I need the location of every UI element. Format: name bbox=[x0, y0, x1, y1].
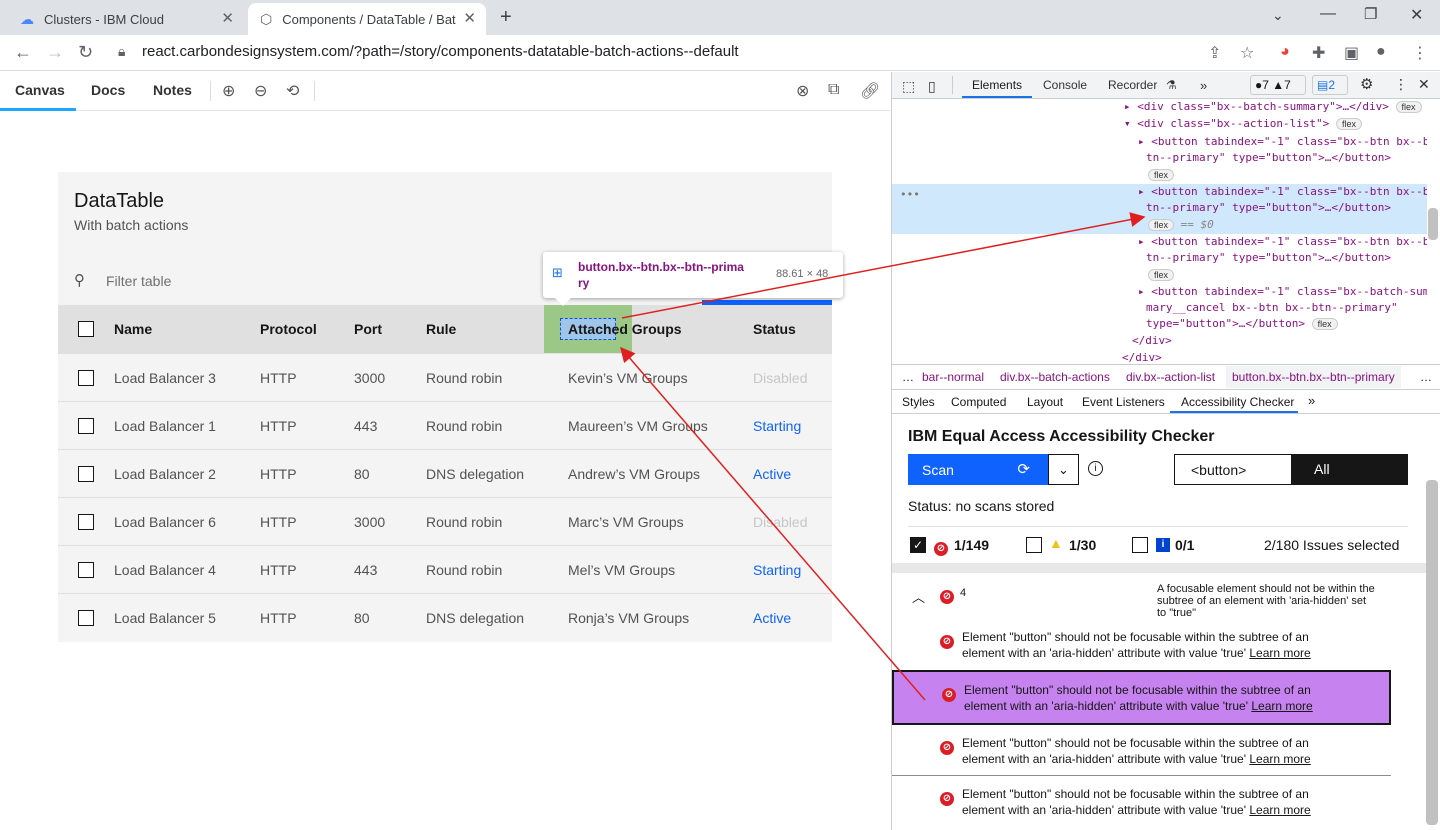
header-attached-groups[interactable]: Attached Groups bbox=[568, 321, 682, 337]
annotation-arrows bbox=[620, 212, 1146, 701]
arrow-to-dom-node bbox=[621, 212, 1146, 319]
arrow-from-issue bbox=[620, 346, 926, 701]
